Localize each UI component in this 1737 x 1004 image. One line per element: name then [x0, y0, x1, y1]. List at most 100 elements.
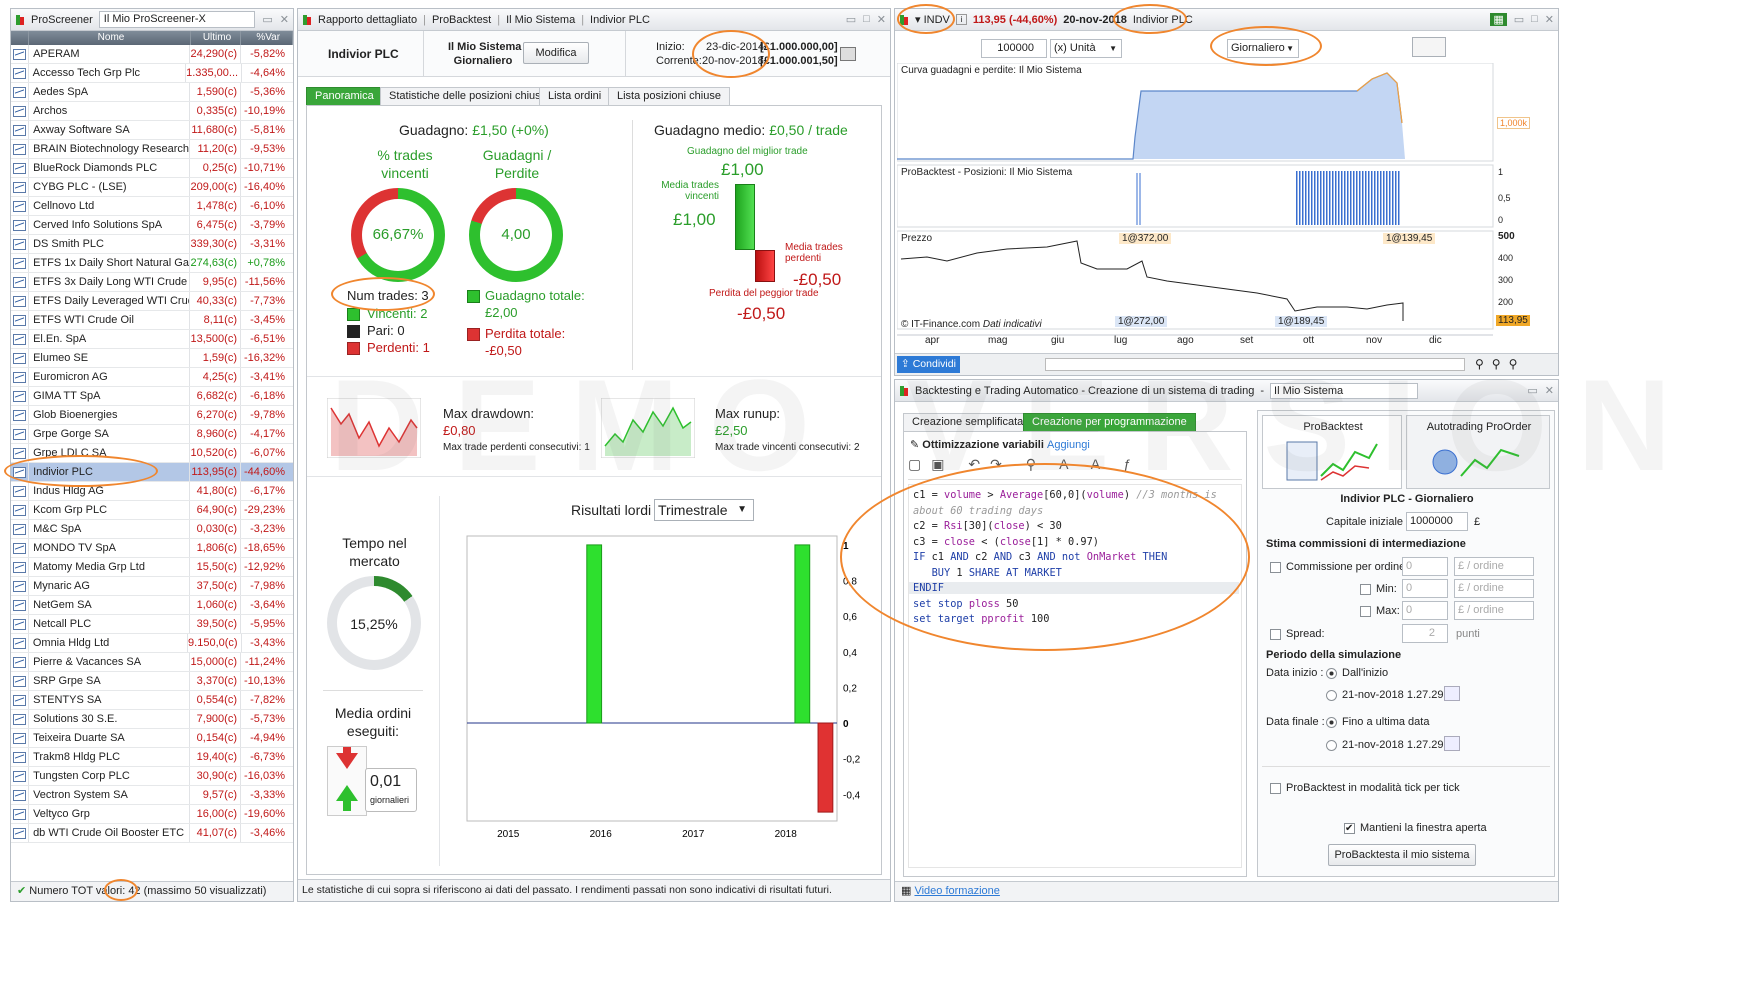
table-row[interactable]: Grpe Gorge SA 8,960(c) -4,17%: [11, 425, 293, 444]
row-chart-icon[interactable]: [11, 729, 30, 747]
row-chart-icon[interactable]: [11, 292, 30, 310]
table-row[interactable]: Vectron System SA 9,57(c) -3,33%: [11, 786, 293, 805]
row-chart-icon[interactable]: [11, 615, 30, 633]
table-row[interactable]: Archos 0,335(c) -10,19%: [11, 102, 293, 121]
row-chart-icon[interactable]: [11, 64, 29, 82]
table-row[interactable]: CYBG PLC - (LSE) 209,00(c) -16,40%: [11, 178, 293, 197]
minimize-icon[interactable]: ▭: [262, 13, 272, 26]
row-chart-icon[interactable]: [11, 406, 30, 424]
table-row[interactable]: Tungsten Corp PLC 30,90(c) -16,03%: [11, 767, 293, 786]
tab-simplified[interactable]: Creazione semplificata: [903, 413, 1033, 431]
table-row[interactable]: Mynaric AG 37,50(c) -7,98%: [11, 577, 293, 596]
table-row[interactable]: BRAIN Biotechnology Research... 11,20(c)…: [11, 140, 293, 159]
row-chart-icon[interactable]: [11, 121, 30, 139]
chart-tools-icon[interactable]: ▦: [1490, 13, 1507, 26]
start-radio-beginning[interactable]: [1326, 668, 1337, 679]
row-chart-icon[interactable]: [11, 349, 30, 367]
end-radio-last[interactable]: [1326, 717, 1337, 728]
row-chart-icon[interactable]: [11, 596, 30, 614]
chart-type-icon[interactable]: [1412, 37, 1446, 57]
table-row[interactable]: MONDO TV SpA 1,806(c) -18,65%: [11, 539, 293, 558]
row-chart-icon[interactable]: [11, 197, 30, 215]
table-row[interactable]: Aedes SpA 1,590(c) -5,36%: [11, 83, 293, 102]
row-chart-icon[interactable]: [11, 216, 30, 234]
results-period-select[interactable]: Trimestrale ▼: [654, 499, 754, 521]
close-icon[interactable]: ✕: [1545, 13, 1554, 26]
table-row[interactable]: Glob Bioenergies 6,270(c) -9,78%: [11, 406, 293, 425]
max-checkbox[interactable]: [1360, 606, 1371, 617]
table-row[interactable]: Omnia Hldg Ltd 9.150,0(c) -3,43%: [11, 634, 293, 653]
table-row[interactable]: Cellnovo Ltd 1,478(c) -6,10%: [11, 197, 293, 216]
header-var[interactable]: %Var: [241, 31, 293, 45]
row-chart-icon[interactable]: [11, 691, 30, 709]
close-icon[interactable]: ✕: [1545, 384, 1554, 397]
chart-scrollbar[interactable]: [1045, 358, 1465, 371]
header-last[interactable]: Ultimo: [191, 31, 242, 45]
tab-programming[interactable]: Creazione per programmazione: [1023, 413, 1196, 431]
row-chart-icon[interactable]: [11, 83, 30, 101]
calendar-icon[interactable]: [1444, 686, 1460, 701]
minimize-icon[interactable]: ▭: [846, 13, 856, 26]
tab-statistiche[interactable]: Statistiche delle posizioni chiuse: [380, 87, 556, 105]
row-chart-icon[interactable]: [11, 710, 30, 728]
comm-order-checkbox[interactable]: [1270, 562, 1281, 573]
autotrading-tab[interactable]: Autotrading ProOrder: [1406, 415, 1550, 489]
row-chart-icon[interactable]: [11, 311, 30, 329]
comm-order-input[interactable]: 0: [1402, 557, 1448, 576]
table-row[interactable]: SRP Grpe SA 3,370(c) -10,13%: [11, 672, 293, 691]
row-chart-icon[interactable]: [11, 786, 30, 804]
table-row[interactable]: M&C SpA 0,030(c) -3,23%: [11, 520, 293, 539]
table-row[interactable]: Netcall PLC 39,50(c) -5,95%: [11, 615, 293, 634]
modify-button[interactable]: Modifica: [523, 42, 589, 64]
table-row[interactable]: Elumeo SE 1,59(c) -16,32%: [11, 349, 293, 368]
table-row[interactable]: Cerved Info Solutions SpA 6,475(c) -3,79…: [11, 216, 293, 235]
tick-mode-checkbox[interactable]: [1270, 783, 1281, 794]
min-checkbox[interactable]: [1360, 584, 1371, 595]
max-unit[interactable]: £ / ordine: [1454, 601, 1534, 620]
table-row[interactable]: BlueRock Diamonds PLC 0,25(c) -10,71%: [11, 159, 293, 178]
keep-open-checkbox[interactable]: ✔: [1344, 823, 1355, 834]
row-chart-icon[interactable]: [11, 102, 30, 120]
table-row[interactable]: Pierre & Vacances SA 15,000(c) -11,24%: [11, 653, 293, 672]
tab-panoramica[interactable]: Panoramica: [306, 87, 383, 105]
minimize-icon[interactable]: ▭: [1514, 13, 1524, 26]
table-row[interactable]: ETFS Daily Leveraged WTI Crud... 40,33(c…: [11, 292, 293, 311]
table-row[interactable]: Accesso Tech Grp Plc 1.335,00... -4,64%: [11, 64, 293, 83]
probacktest-tab[interactable]: ProBacktest: [1262, 415, 1402, 489]
min-input[interactable]: 0: [1402, 579, 1448, 598]
qty-input[interactable]: 100000: [981, 39, 1047, 58]
header-name[interactable]: Nome: [29, 31, 191, 45]
end-radio-date[interactable]: [1326, 740, 1337, 751]
capital-input[interactable]: 1000000: [1406, 512, 1468, 531]
spread-checkbox[interactable]: [1270, 629, 1281, 640]
row-chart-icon[interactable]: [11, 387, 30, 405]
row-chart-icon[interactable]: [11, 482, 30, 500]
calendar-icon[interactable]: [1444, 736, 1460, 751]
unit-select[interactable]: (x) Unità ▼: [1050, 39, 1122, 58]
system-name-input[interactable]: Il Mio Sistema: [1270, 382, 1419, 399]
maximize-icon[interactable]: □: [1531, 13, 1538, 26]
table-row[interactable]: Veltyco Grp 16,00(c) -19,60%: [11, 805, 293, 824]
max-input[interactable]: 0: [1402, 601, 1448, 620]
row-chart-icon[interactable]: [11, 824, 30, 842]
crumb-instrument[interactable]: Indivior PLC: [590, 14, 650, 26]
row-chart-icon[interactable]: [11, 425, 30, 443]
row-chart-icon[interactable]: [11, 520, 30, 538]
row-chart-icon[interactable]: [11, 140, 30, 158]
row-chart-icon[interactable]: [11, 539, 30, 557]
table-row[interactable]: El.En. SpA 13,500(c) -6,51%: [11, 330, 293, 349]
tab-lista-posizioni[interactable]: Lista posizioni chiuse: [608, 87, 730, 105]
crumb-probacktest[interactable]: ProBacktest: [432, 14, 491, 26]
row-chart-icon[interactable]: [11, 672, 30, 690]
row-chart-icon[interactable]: [11, 748, 30, 766]
start-radio-date[interactable]: [1326, 690, 1337, 701]
table-row[interactable]: ETFS 3x Daily Long WTI Crude Oil 9,95(c)…: [11, 273, 293, 292]
table-row[interactable]: ETFS WTI Crude Oil 8,11(c) -3,45%: [11, 311, 293, 330]
row-chart-icon[interactable]: [11, 577, 30, 595]
table-row[interactable]: db WTI Crude Oil Booster ETC 41,07(c) -3…: [11, 824, 293, 843]
row-chart-icon[interactable]: [11, 273, 30, 291]
row-chart-icon[interactable]: [11, 501, 30, 519]
table-row[interactable]: Kcom Grp PLC 64,90(c) -29,23%: [11, 501, 293, 520]
table-row[interactable]: STENTYS SA 0,554(c) -7,82%: [11, 691, 293, 710]
table-row[interactable]: Matomy Media Grp Ltd 15,50(c) -12,92%: [11, 558, 293, 577]
